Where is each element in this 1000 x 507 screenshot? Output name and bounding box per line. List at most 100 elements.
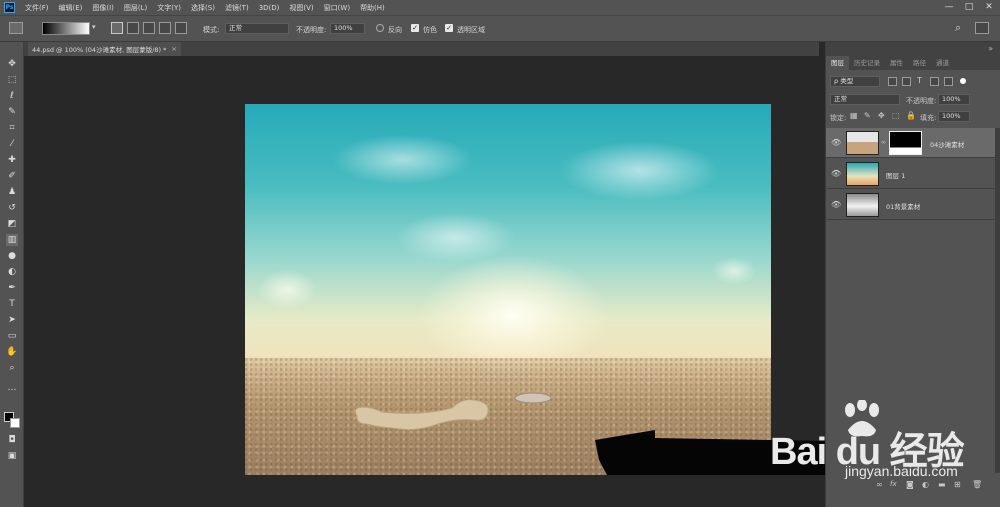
collapse-panel-icon[interactable]: »: [988, 44, 993, 53]
lasso-tool-icon[interactable]: ℓ: [6, 90, 18, 102]
tab-paths[interactable]: 路径: [908, 56, 931, 70]
radial-gradient-icon[interactable]: [127, 22, 139, 34]
menu-edit[interactable]: 编辑(E): [54, 3, 88, 13]
maximize-button[interactable]: □: [960, 0, 978, 15]
lock-position-icon[interactable]: ✥: [878, 111, 885, 120]
lock-label: 锁定:: [830, 114, 847, 122]
background-color-swatch[interactable]: [10, 418, 20, 428]
lock-transparent-icon[interactable]: ▦: [850, 111, 858, 120]
layer-filter-select[interactable]: ρ 类型: [830, 76, 880, 87]
fill-input[interactable]: 100%: [938, 111, 970, 122]
eyedropper-tool-icon[interactable]: ⁄: [6, 138, 18, 150]
type-tool-icon[interactable]: T: [6, 298, 18, 310]
document-canvas-image[interactable]: [245, 104, 771, 475]
brush-tool-icon[interactable]: ✐: [6, 170, 18, 182]
lock-artboard-icon[interactable]: ⬚: [892, 111, 900, 120]
eye-icon[interactable]: 👁: [831, 169, 841, 179]
dither-checkbox[interactable]: ✓: [411, 24, 419, 32]
history-brush-icon[interactable]: ↺: [6, 202, 18, 214]
mode-select[interactable]: 正常: [225, 23, 289, 34]
panel-tabs: 图层 历史记录 属性 路径 通道: [826, 56, 1000, 70]
marquee-tool-icon[interactable]: ⬚: [6, 74, 18, 86]
close-window-button[interactable]: ✕: [980, 0, 998, 15]
layer-row[interactable]: 👁 ∞ 04沙滩素材: [826, 128, 995, 158]
quick-mask-icon[interactable]: ◘: [6, 434, 18, 446]
menu-3d[interactable]: 3D(D): [254, 4, 285, 12]
baidu-watermark: Bai du 经验 jingyan.baidu.com: [760, 400, 1000, 490]
more-tools-icon[interactable]: …: [6, 382, 18, 394]
layer-thumbnail: [846, 193, 879, 217]
filter-row: ρ 类型 T: [826, 75, 1000, 89]
eraser-tool-icon[interactable]: ◩: [6, 218, 18, 230]
menu-select[interactable]: 选择(S): [186, 3, 220, 13]
search-icon[interactable]: ⌕: [955, 21, 961, 35]
workspace-icon[interactable]: [975, 22, 989, 34]
dodge-tool-icon[interactable]: ◐: [6, 266, 18, 278]
layer-thumbnail: [846, 131, 879, 155]
tab-channels[interactable]: 通道: [931, 56, 954, 70]
filter-toggle-icon[interactable]: [960, 78, 966, 84]
menu-layer[interactable]: 图层(L): [119, 3, 152, 13]
opacity-input[interactable]: 100%: [330, 23, 365, 34]
mode-label: 模式:: [203, 26, 220, 34]
path-select-icon[interactable]: ➤: [6, 314, 18, 326]
layer-mask-thumbnail[interactable]: [889, 131, 922, 155]
gradient-tool-icon[interactable]: ▥: [6, 234, 18, 246]
layer-row[interactable]: 👁 图层 1: [826, 159, 995, 189]
tools-panel: ✥ ⬚ ℓ ✎ ⌗ ⁄ ✚ ✐ ♟ ↺ ◩ ▥ ● ◐ ✒ T ➤ ▭ ✋ ⌕ …: [0, 42, 24, 507]
eye-icon[interactable]: 👁: [831, 200, 841, 210]
tab-history[interactable]: 历史记录: [849, 56, 885, 70]
watermark-url: jingyan.baidu.com: [845, 463, 958, 479]
menu-type[interactable]: 文字(Y): [152, 3, 186, 13]
healing-tool-icon[interactable]: ✚: [6, 154, 18, 166]
linear-gradient-icon[interactable]: [111, 22, 123, 34]
rectangle-tool-icon[interactable]: ▭: [6, 330, 18, 342]
tab-layers[interactable]: 图层: [826, 56, 849, 70]
blur-tool-icon[interactable]: ●: [6, 250, 18, 262]
menu-image[interactable]: 图像(I): [87, 3, 119, 13]
menu-view[interactable]: 视图(V): [284, 3, 318, 13]
shape-filter-icon[interactable]: [930, 77, 939, 86]
screen-mode-icon[interactable]: ▣: [6, 450, 18, 462]
gradient-preview[interactable]: [42, 22, 90, 35]
move-tool-icon[interactable]: ✥: [6, 58, 18, 70]
menu-filter[interactable]: 滤镜(T): [220, 3, 254, 13]
panel-dock-header: »: [826, 42, 1000, 56]
document-tab[interactable]: 44.psd @ 100% (04沙滩素材, 图层蒙版/8) * ×: [28, 42, 181, 56]
layer-name: 04沙滩素材: [930, 141, 965, 149]
reflected-gradient-icon[interactable]: [159, 22, 171, 34]
fill-value: 100%: [942, 112, 961, 120]
transparency-checkbox[interactable]: ✓: [445, 24, 453, 32]
menu-file[interactable]: 文件(F): [20, 3, 54, 13]
crop-tool-icon[interactable]: ⌗: [6, 122, 18, 134]
angle-gradient-icon[interactable]: [143, 22, 155, 34]
lock-all-icon[interactable]: 🔒: [906, 111, 916, 120]
adjustment-filter-icon[interactable]: [902, 77, 911, 86]
tab-properties[interactable]: 属性: [885, 56, 908, 70]
chevron-down-icon[interactable]: ▾: [92, 23, 96, 31]
eye-icon[interactable]: 👁: [831, 138, 841, 148]
blend-row: 正常 不透明度: 100%: [826, 93, 1000, 107]
layer-name: 01背景素材: [886, 203, 921, 211]
pen-tool-icon[interactable]: ✒: [6, 282, 18, 294]
smart-object-filter-icon[interactable]: [944, 77, 953, 86]
reverse-checkbox[interactable]: [376, 24, 384, 32]
layer-opacity-input[interactable]: 100%: [938, 94, 970, 105]
lock-image-icon[interactable]: ✎: [864, 111, 871, 120]
stamp-tool-icon[interactable]: ♟: [6, 186, 18, 198]
pixel-filter-icon[interactable]: [888, 77, 897, 86]
zoom-tool-icon[interactable]: ⌕: [6, 362, 18, 374]
type-filter-icon[interactable]: T: [917, 76, 922, 85]
menu-window[interactable]: 窗口(W): [319, 3, 355, 13]
layer-row[interactable]: 👁 01背景素材: [826, 190, 995, 220]
menu-help[interactable]: 帮助(H): [355, 3, 390, 13]
close-tab-icon[interactable]: ×: [171, 45, 176, 53]
minimize-button[interactable]: —: [940, 0, 958, 15]
menu-bar: Ps 文件(F) 编辑(E) 图像(I) 图层(L) 文字(Y) 选择(S) 滤…: [0, 0, 1000, 15]
diamond-gradient-icon[interactable]: [175, 22, 187, 34]
quick-select-tool-icon[interactable]: ✎: [6, 106, 18, 118]
blend-mode-select[interactable]: 正常: [830, 94, 900, 105]
hand-tool-icon[interactable]: ✋: [6, 346, 18, 358]
dither-label: 仿色: [423, 26, 437, 34]
gradient-tool-preset-icon[interactable]: [9, 22, 23, 34]
